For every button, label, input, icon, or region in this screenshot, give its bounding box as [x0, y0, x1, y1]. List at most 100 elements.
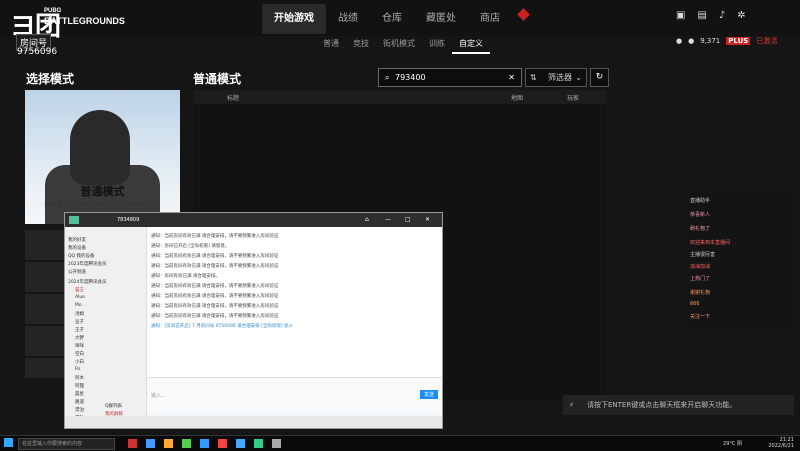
overlay-line: 恭喜新人: [690, 212, 711, 218]
group-item[interactable]: 我的好友: [68, 237, 86, 243]
friend-item[interactable]: 晨星: [75, 391, 84, 397]
room-number: 9756096: [17, 47, 58, 57]
tab-career[interactable]: 战绩: [326, 4, 370, 34]
friend-item[interactable]: 汤姆: [75, 311, 84, 317]
subtab-custom[interactable]: 自定义: [452, 38, 490, 54]
friend-item[interactable]: Rs: [75, 367, 80, 372]
overlay-line: 刷礼物了: [690, 226, 711, 232]
select-mode-title: 选择模式: [26, 72, 75, 86]
friend-item[interactable]: 阿狸: [75, 383, 84, 389]
chevron-down-icon: ⌄: [575, 73, 582, 82]
tab-stash[interactable]: 藏匿处: [414, 4, 468, 34]
list-footer-item[interactable]: Q群列表: [105, 403, 122, 409]
table-header: 标题 地图 玩家: [193, 90, 607, 104]
col-title: 标题: [227, 95, 240, 102]
mode-card-desc: 经典多人竞技模式 最终一名生存玩家或队伍: [44, 201, 161, 208]
app-icon[interactable]: [272, 439, 281, 448]
tab-start-game[interactable]: 开始游戏: [262, 4, 326, 34]
friend-item[interactable]: 空白: [75, 351, 84, 357]
overlay-line: 主播很厉害: [690, 252, 716, 258]
clock-date: 2022/6/21: [768, 443, 794, 449]
filter-dropdown[interactable]: ⇅ 筛选器 ⌄: [525, 68, 587, 87]
search-value: 793400: [395, 73, 426, 82]
app-icon[interactable]: [200, 439, 209, 448]
tab-inventory[interactable]: 仓库: [370, 4, 414, 34]
group-item[interactable]: 我的设备: [68, 245, 86, 251]
app-icon[interactable]: [218, 439, 227, 448]
search-input[interactable]: ⌕ 793400 ✕: [378, 68, 522, 87]
friend-item[interactable]: 路遥: [75, 399, 84, 405]
overlay-line: 加油加油: [690, 264, 711, 270]
message-line: 通知：当前房间有效已满 请合理安排，请不要频繁进入房间验证: [151, 234, 279, 239]
main-nav: 开始游戏 战绩 仓库 藏匿处 商店: [262, 4, 512, 34]
friend-item[interactable]: 漂泊: [75, 407, 84, 413]
chat-hint-text: 请按下ENTER键或点击聊天框来开启聊天功能。: [587, 401, 737, 409]
subtab-arcade[interactable]: 街机模式: [376, 38, 422, 54]
app-icon[interactable]: [236, 439, 245, 448]
friend-item[interactable]: 阿木: [75, 375, 84, 381]
currency-row: ● ● 9,371 PLUS 已激活: [676, 36, 777, 46]
taskbar-search-placeholder: 在这里输入你要搜索的内容: [22, 441, 83, 447]
send-button[interactable]: 发送: [419, 390, 438, 399]
overlay-line: 上热门了: [690, 276, 711, 282]
qq-close-icon[interactable]: ✕: [425, 216, 430, 223]
message-line: 通知：房间有效已满 请合理安排。: [151, 274, 220, 279]
refresh-button[interactable]: ↻: [590, 68, 609, 87]
overlay-line: 直播助手: [690, 198, 711, 204]
message-line: 通知：当前房间有效已满 请合理安排，请不要频繁进入房间验证: [151, 294, 279, 299]
col-map: 地图: [511, 95, 524, 102]
windows-start-icon[interactable]: [4, 438, 13, 447]
friend-item[interactable]: 豆子: [75, 319, 84, 325]
mode-card-normal[interactable]: 普通模式 经典多人竞技模式 最终一名生存玩家或队伍: [25, 90, 180, 224]
qq-max-icon[interactable]: □: [405, 216, 411, 223]
mail-icon[interactable]: ▤: [697, 10, 706, 21]
main-section-title: 普通模式: [193, 72, 242, 86]
group-header[interactable]: 2024年度腾讯会员: [68, 279, 106, 285]
clear-icon[interactable]: ✕: [508, 69, 515, 86]
chat-input-hint[interactable]: ⚡ 请按下ENTER键或点击聊天框来开启聊天功能。: [563, 395, 794, 415]
qq-title-id: 7834809: [117, 217, 140, 223]
weather-text: 29°C 阴: [723, 441, 742, 447]
overlay-line: 关注一下: [690, 314, 711, 320]
message-line: 通知：房间已开启 [全局权限] 请留意。: [151, 244, 230, 249]
friend-item[interactable]: Aluo: [75, 295, 85, 300]
friend-item[interactable]: Mo: [75, 303, 82, 308]
app-icon[interactable]: [254, 439, 263, 448]
friend-item[interactable]: 大野: [75, 335, 84, 341]
app-icon[interactable]: [146, 439, 155, 448]
group-item[interactable]: 公开频道: [68, 269, 86, 275]
qq-input-box[interactable]: 输入… 发送: [147, 377, 442, 413]
avatar: [69, 216, 79, 224]
app-icon[interactable]: [128, 439, 137, 448]
bp-icon: ●: [688, 37, 695, 45]
gift-icon[interactable]: ▣: [676, 10, 685, 21]
friend-item[interactable]: 小白: [75, 359, 84, 365]
overlay-line: 欢迎来到本直播间: [690, 240, 731, 246]
taskbar-search[interactable]: 在这里输入你要搜索的内容: [18, 438, 115, 450]
filter-label: 筛选器: [548, 73, 572, 82]
bell-icon[interactable]: ♪: [719, 10, 725, 21]
group-item[interactable]: QQ 我的设备: [68, 253, 95, 259]
message-line: 通知：[房间已开启] 7 月房间号 9756096 请合理安排 [全局权限] 加…: [151, 324, 294, 329]
qq-input-placeholder: 输入…: [151, 393, 167, 399]
subtab-ranked[interactable]: 竞技: [346, 38, 376, 54]
app-icon[interactable]: [182, 439, 191, 448]
message-line: 通知：当前房间有效已满 请合理安排，请不要频繁进入房间验证: [151, 304, 279, 309]
bp-value: 9,371: [700, 37, 721, 45]
taskbar-clock[interactable]: 21:21 2022/6/21: [768, 437, 794, 449]
friend-item[interactable]: 猫王: [75, 287, 84, 293]
overlay-line: 666: [690, 301, 700, 307]
qq-home-icon[interactable]: ⌂: [365, 216, 369, 223]
tab-store[interactable]: 商店: [468, 4, 512, 34]
app-icon[interactable]: [164, 439, 173, 448]
subtab-normal[interactable]: 普通: [316, 38, 346, 54]
gear-icon[interactable]: ✲: [737, 10, 745, 21]
chat-icon: ⚡: [569, 401, 574, 409]
group-item[interactable]: 2023年度腾讯会员: [68, 261, 106, 267]
qq-min-icon[interactable]: —: [385, 216, 391, 223]
friend-item[interactable]: 王子: [75, 327, 84, 333]
friend-item[interactable]: 咩咩: [75, 343, 84, 349]
message-line: 通知：当前房间有效已满 请合理安排，请不要频繁进入房间验证: [151, 284, 279, 289]
qq-contact-list: 我的好友 我的设备 QQ 我的设备 2023年度腾讯会员 公开频道 2024年度…: [65, 227, 147, 428]
subtab-training[interactable]: 训练: [422, 38, 452, 54]
